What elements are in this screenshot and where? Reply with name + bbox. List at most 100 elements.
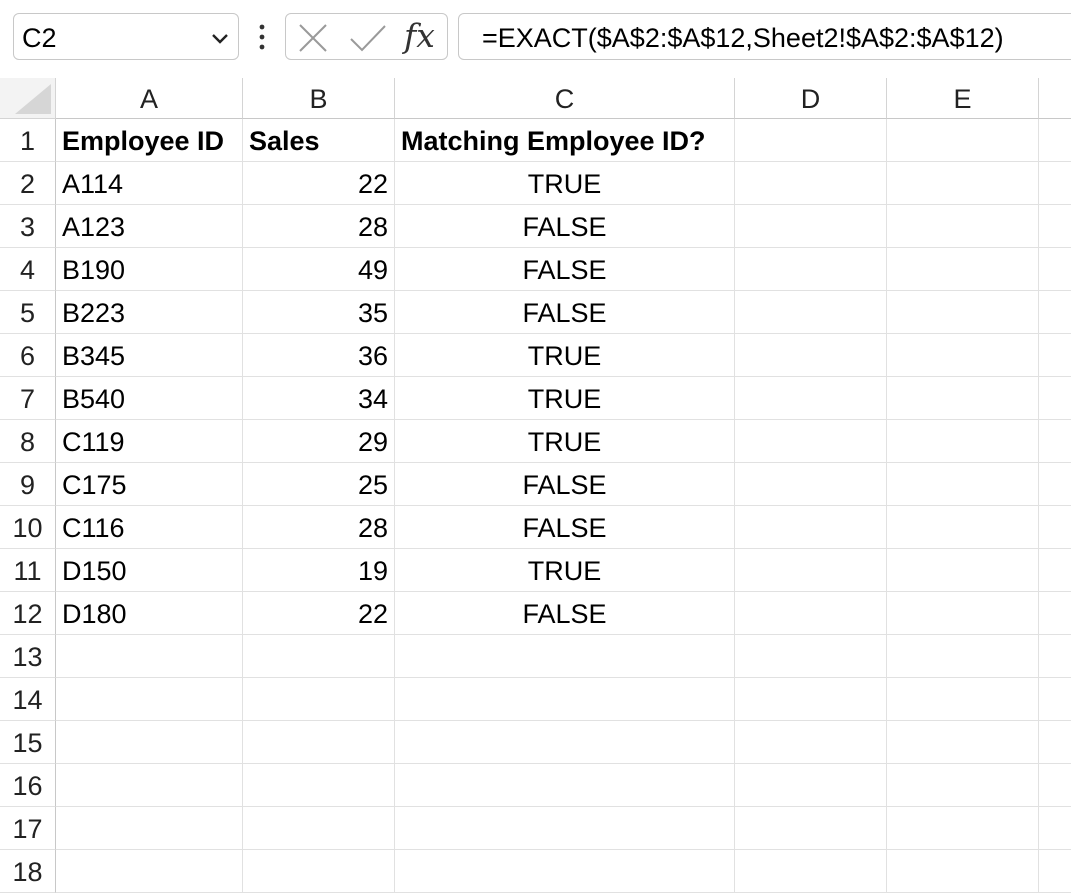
table-cell[interactable]: D150 bbox=[56, 549, 243, 592]
empty-cell[interactable] bbox=[887, 678, 1039, 721]
table-cell[interactable]: 28 bbox=[243, 506, 395, 549]
table-cell[interactable]: D180 bbox=[56, 592, 243, 635]
table-cell[interactable]: 22 bbox=[243, 592, 395, 635]
table-cell[interactable]: FALSE bbox=[395, 506, 735, 549]
table-cell[interactable] bbox=[887, 506, 1039, 549]
select-all-button[interactable] bbox=[0, 78, 56, 119]
row-header-1[interactable]: 1 bbox=[0, 119, 56, 162]
table-cell[interactable] bbox=[1039, 377, 1071, 420]
table-cell[interactable] bbox=[735, 162, 887, 205]
row-header-10[interactable]: 10 bbox=[0, 506, 56, 549]
empty-cell[interactable] bbox=[735, 764, 887, 807]
table-cell[interactable] bbox=[735, 377, 887, 420]
table-cell[interactable] bbox=[1039, 549, 1071, 592]
row-header-7[interactable]: 7 bbox=[0, 377, 56, 420]
table-cell[interactable] bbox=[735, 420, 887, 463]
empty-cell[interactable] bbox=[243, 807, 395, 850]
table-cell[interactable]: TRUE bbox=[395, 420, 735, 463]
column-header-d[interactable]: D bbox=[735, 78, 887, 119]
table-cell[interactable] bbox=[1039, 248, 1071, 291]
table-cell[interactable]: 19 bbox=[243, 549, 395, 592]
table-cell[interactable] bbox=[887, 420, 1039, 463]
table-cell[interactable]: FALSE bbox=[395, 291, 735, 334]
table-cell[interactable]: C116 bbox=[56, 506, 243, 549]
table-cell[interactable] bbox=[887, 549, 1039, 592]
empty-cell[interactable] bbox=[56, 635, 243, 678]
table-cell[interactable]: C119 bbox=[56, 420, 243, 463]
table-cell[interactable]: 49 bbox=[243, 248, 395, 291]
table-cell[interactable] bbox=[887, 334, 1039, 377]
column-header-c[interactable]: C bbox=[395, 78, 735, 119]
row-header-16[interactable]: 16 bbox=[0, 764, 56, 807]
row-header-3[interactable]: 3 bbox=[0, 205, 56, 248]
table-cell[interactable] bbox=[1039, 291, 1071, 334]
table-cell[interactable]: A123 bbox=[56, 205, 243, 248]
formula-input[interactable]: =EXACT($A$2:$A$12,Sheet2!$A$2:$A$12) bbox=[458, 13, 1071, 60]
empty-cell[interactable] bbox=[56, 850, 243, 893]
table-cell[interactable]: FALSE bbox=[395, 463, 735, 506]
empty-cell[interactable] bbox=[243, 635, 395, 678]
table-cell[interactable]: 36 bbox=[243, 334, 395, 377]
empty-cell[interactable] bbox=[395, 635, 735, 678]
empty-cell[interactable] bbox=[887, 635, 1039, 678]
header-cell[interactable] bbox=[887, 119, 1039, 162]
row-header-4[interactable]: 4 bbox=[0, 248, 56, 291]
empty-cell[interactable] bbox=[1039, 678, 1071, 721]
table-cell[interactable] bbox=[887, 377, 1039, 420]
row-header-9[interactable]: 9 bbox=[0, 463, 56, 506]
empty-cell[interactable] bbox=[56, 678, 243, 721]
header-cell[interactable]: Matching Employee ID? bbox=[395, 119, 735, 162]
cancel-icon[interactable] bbox=[296, 22, 330, 54]
table-cell[interactable] bbox=[1039, 592, 1071, 635]
empty-cell[interactable] bbox=[887, 850, 1039, 893]
table-cell[interactable] bbox=[735, 291, 887, 334]
empty-cell[interactable] bbox=[243, 721, 395, 764]
table-cell[interactable]: TRUE bbox=[395, 162, 735, 205]
table-cell[interactable] bbox=[735, 205, 887, 248]
empty-cell[interactable] bbox=[735, 678, 887, 721]
row-header-2[interactable]: 2 bbox=[0, 162, 56, 205]
empty-cell[interactable] bbox=[56, 764, 243, 807]
row-header-12[interactable]: 12 bbox=[0, 592, 56, 635]
empty-cell[interactable] bbox=[395, 764, 735, 807]
empty-cell[interactable] bbox=[395, 721, 735, 764]
row-header-17[interactable]: 17 bbox=[0, 807, 56, 850]
table-cell[interactable] bbox=[735, 549, 887, 592]
table-cell[interactable] bbox=[887, 205, 1039, 248]
empty-cell[interactable] bbox=[887, 764, 1039, 807]
column-header-b[interactable]: B bbox=[243, 78, 395, 119]
table-cell[interactable]: FALSE bbox=[395, 248, 735, 291]
header-cell[interactable]: Sales bbox=[243, 119, 395, 162]
table-cell[interactable]: B540 bbox=[56, 377, 243, 420]
table-cell[interactable]: B190 bbox=[56, 248, 243, 291]
table-cell[interactable]: FALSE bbox=[395, 592, 735, 635]
table-cell[interactable] bbox=[735, 334, 887, 377]
empty-cell[interactable] bbox=[887, 807, 1039, 850]
empty-cell[interactable] bbox=[735, 850, 887, 893]
empty-cell[interactable] bbox=[395, 807, 735, 850]
empty-cell[interactable] bbox=[1039, 807, 1071, 850]
empty-cell[interactable] bbox=[243, 850, 395, 893]
column-header-f[interactable] bbox=[1039, 78, 1071, 119]
table-cell[interactable]: C175 bbox=[56, 463, 243, 506]
column-header-a[interactable]: A bbox=[56, 78, 243, 119]
empty-cell[interactable] bbox=[56, 721, 243, 764]
empty-cell[interactable] bbox=[395, 678, 735, 721]
table-cell[interactable] bbox=[1039, 420, 1071, 463]
row-header-6[interactable]: 6 bbox=[0, 334, 56, 377]
row-header-11[interactable]: 11 bbox=[0, 549, 56, 592]
table-cell[interactable] bbox=[887, 463, 1039, 506]
table-cell[interactable]: B223 bbox=[56, 291, 243, 334]
empty-cell[interactable] bbox=[887, 721, 1039, 764]
more-options-icon[interactable] bbox=[254, 22, 270, 52]
table-cell[interactable] bbox=[1039, 463, 1071, 506]
table-cell[interactable] bbox=[735, 463, 887, 506]
table-cell[interactable] bbox=[887, 592, 1039, 635]
empty-cell[interactable] bbox=[1039, 764, 1071, 807]
empty-cell[interactable] bbox=[1039, 635, 1071, 678]
empty-cell[interactable] bbox=[243, 678, 395, 721]
table-cell[interactable]: 28 bbox=[243, 205, 395, 248]
empty-cell[interactable] bbox=[56, 807, 243, 850]
table-cell[interactable] bbox=[887, 162, 1039, 205]
name-box[interactable]: C2 bbox=[13, 13, 239, 60]
